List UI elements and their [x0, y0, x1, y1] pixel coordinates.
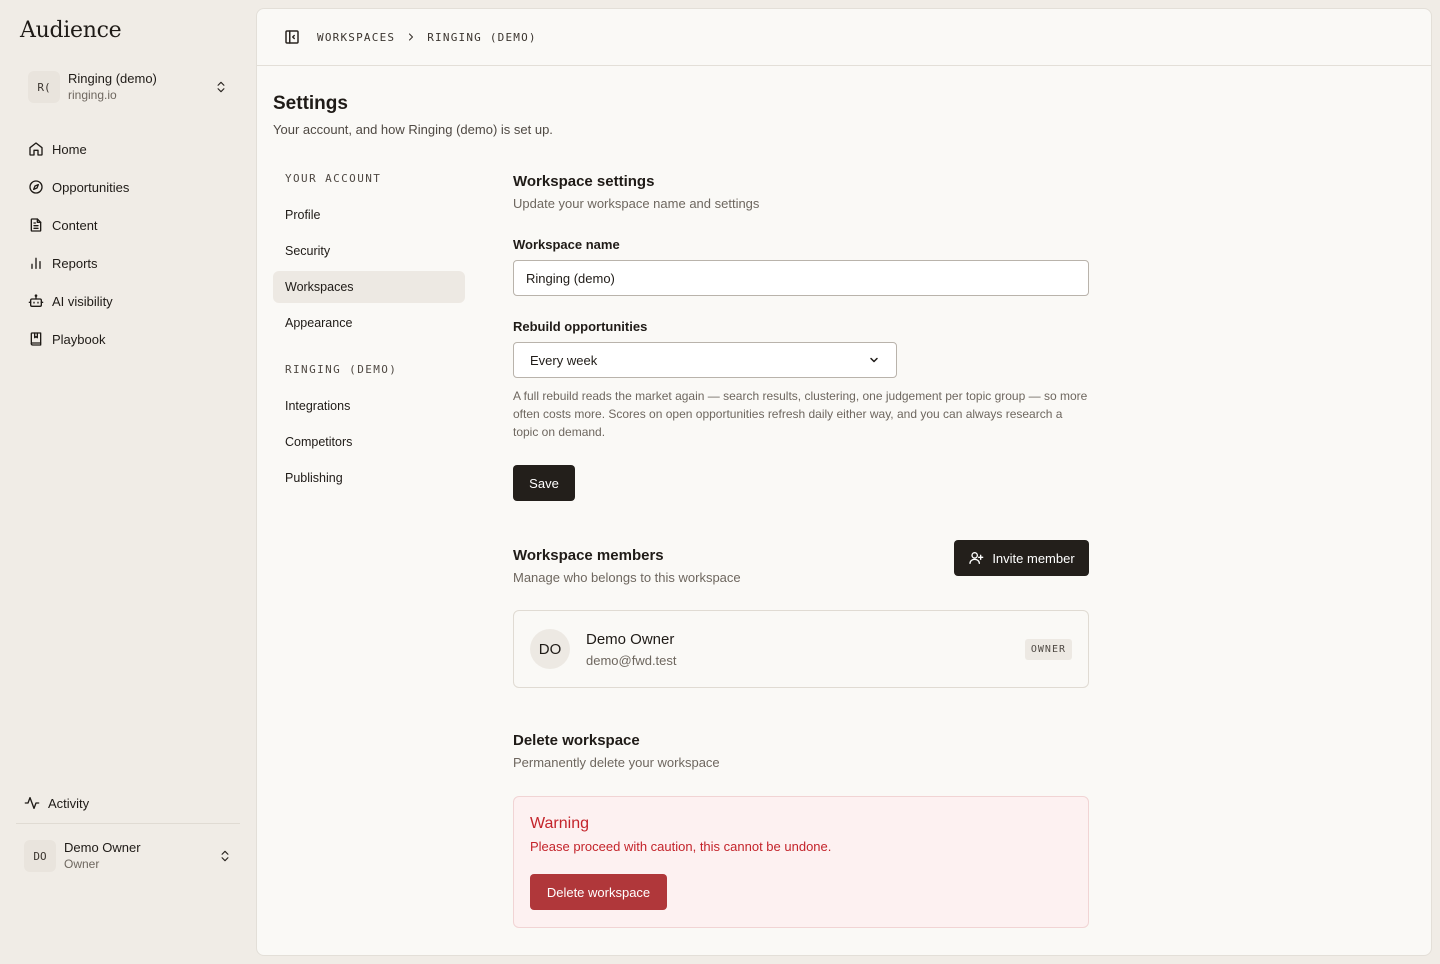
main-nav: Home Opportunities Content Reports AI vi… [16, 130, 240, 358]
sidebar: Audience R( Ringing (demo) ringing.io Ho… [0, 0, 256, 964]
save-button[interactable]: Save [513, 465, 575, 501]
nav-item-ai-visibility[interactable]: AI visibility [16, 282, 240, 320]
nav-label: Home [52, 141, 87, 157]
activity-label: Activity [48, 795, 90, 811]
members-header: Workspace members Manage who belongs to … [513, 540, 1089, 595]
workspace-settings-subtitle: Update your workspace name and settings [513, 196, 760, 211]
main-panel: WORKSPACES RINGING (DEMO) Settings Your … [256, 8, 1432, 956]
subnav-heading-workspace: RINGING (DEMO) [285, 363, 398, 376]
user-menu[interactable]: DO Demo Owner Owner [16, 834, 240, 878]
user-role: Owner [64, 857, 100, 871]
nav-label: Playbook [52, 331, 106, 347]
rebuild-label: Rebuild opportunities [513, 319, 648, 334]
document-icon [30, 218, 42, 232]
nav-item-reports[interactable]: Reports [16, 244, 240, 282]
workspace-switcher[interactable]: R( Ringing (demo) ringing.io [16, 64, 240, 110]
user-plus-icon [969, 552, 984, 564]
member-avatar: DO [530, 629, 570, 669]
top-bar: WORKSPACES RINGING (DEMO) [257, 9, 1431, 66]
workspace-avatar: R( [28, 71, 60, 103]
rebuild-help-text: A full rebuild reads the market again — … [513, 389, 1088, 439]
rebuild-selected-value: Every week [530, 352, 598, 368]
nav-label: Content [52, 217, 98, 233]
chevrons-up-down-icon [217, 81, 225, 93]
invite-member-label: Invite member [992, 550, 1075, 566]
activity-link[interactable]: Activity [16, 786, 240, 820]
compass-icon [29, 180, 43, 194]
settings-subnav: YOUR ACCOUNT Profile Security Workspaces… [273, 167, 465, 498]
chevrons-up-down-icon [221, 850, 229, 862]
user-name: Demo Owner [64, 840, 141, 855]
robot-icon [28, 294, 44, 307]
breadcrumb-current: RINGING (DEMO) [427, 30, 537, 44]
workspace-name: Ringing (demo) [68, 71, 157, 86]
subnav-heading-account: YOUR ACCOUNT [285, 172, 382, 185]
breadcrumb-root[interactable]: WORKSPACES [317, 31, 395, 44]
nav-item-content[interactable]: Content [16, 206, 240, 244]
nav-label: Reports [52, 255, 98, 271]
page-title: Settings [273, 93, 348, 114]
invite-member-button[interactable]: Invite member [954, 540, 1089, 576]
delete-workspace-title: Delete workspace [513, 732, 640, 749]
rebuild-frequency-select[interactable]: Every week [513, 342, 897, 378]
nav-label: Opportunities [52, 179, 130, 195]
activity-pulse-icon [24, 797, 40, 809]
workspace-name-input[interactable] [513, 260, 1089, 296]
subnav-item-workspaces[interactable]: Workspaces [273, 271, 465, 303]
danger-zone-box: Warning Please proceed with caution, thi… [513, 796, 1089, 928]
subnav-item-competitors[interactable]: Competitors [273, 426, 465, 458]
bar-chart-icon [31, 257, 41, 269]
warning-text: Please proceed with caution, this cannot… [530, 839, 832, 854]
nav-item-playbook[interactable]: Playbook [16, 320, 240, 358]
book-icon [30, 332, 42, 346]
workspace-name-label: Workspace name [513, 237, 620, 252]
subnav-item-integrations[interactable]: Integrations [273, 390, 465, 422]
subnav-item-publishing[interactable]: Publishing [273, 462, 465, 494]
subnav-item-profile[interactable]: Profile [273, 199, 465, 231]
subnav-item-security[interactable]: Security [273, 235, 465, 267]
role-badge: OWNER [1024, 638, 1072, 660]
member-name: Demo Owner [586, 630, 675, 648]
sidebar-toggle-icon[interactable] [283, 28, 301, 46]
nav-item-opportunities[interactable]: Opportunities [16, 168, 240, 206]
user-avatar: DO [24, 840, 56, 872]
delete-workspace-subtitle: Permanently delete your workspace [513, 755, 720, 770]
subnav-item-appearance[interactable]: Appearance [273, 307, 465, 339]
member-email: demo@fwd.test [586, 652, 677, 668]
home-icon [29, 142, 43, 156]
chevron-right-icon [409, 33, 414, 41]
sidebar-divider [16, 823, 240, 824]
brand-logo: Audience [20, 18, 122, 43]
member-row: DO Demo Owner demo@fwd.test OWNER [513, 610, 1089, 688]
warning-title: Warning [530, 815, 589, 832]
nav-label: AI visibility [52, 293, 113, 309]
workspace-domain: ringing.io [68, 88, 117, 102]
workspace-settings-title: Workspace settings [513, 173, 655, 190]
page-subtitle: Your account, and how Ringing (demo) is … [273, 122, 553, 137]
delete-workspace-button[interactable]: Delete workspace [530, 874, 667, 910]
nav-item-home[interactable]: Home [16, 130, 240, 168]
settings-content: Workspace settings Update your workspace… [513, 173, 1089, 928]
chevron-down-icon [870, 357, 878, 363]
